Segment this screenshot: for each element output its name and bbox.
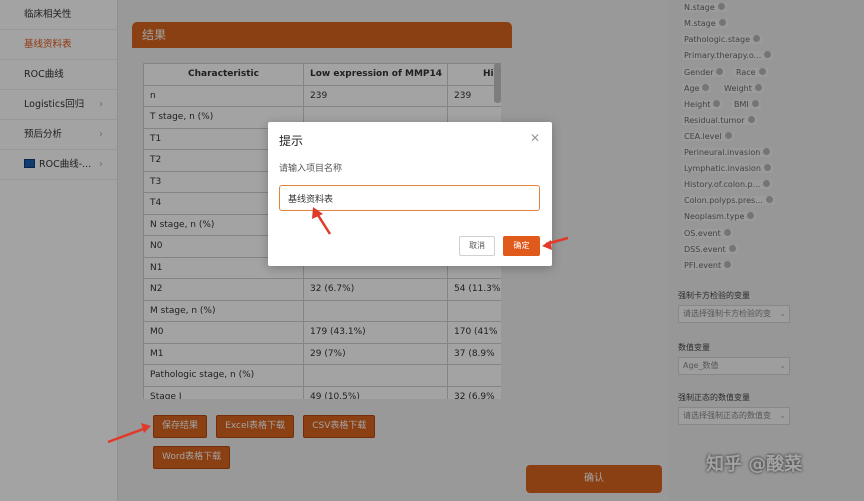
arrow-to-save-button xyxy=(107,423,151,444)
arrow-to-input xyxy=(312,207,332,235)
annotation-arrows xyxy=(107,207,569,444)
arrow-to-ok-button xyxy=(542,236,569,250)
